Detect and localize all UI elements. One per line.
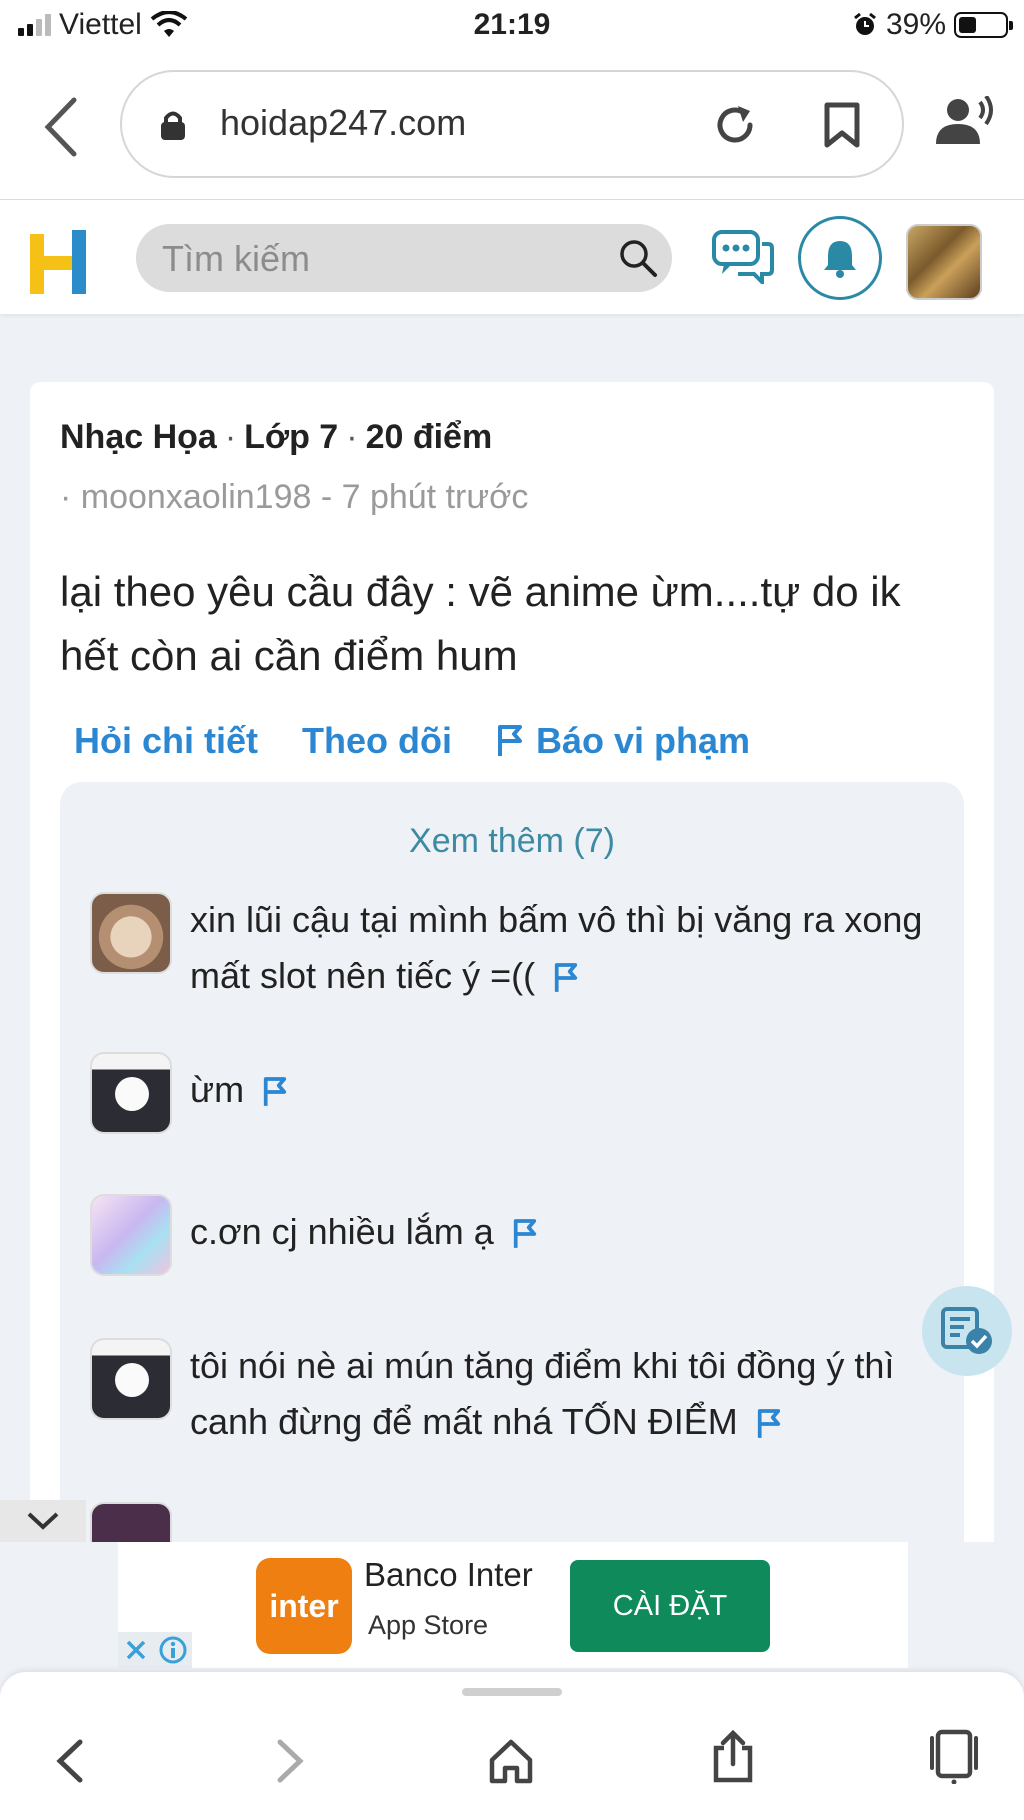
bell-icon	[824, 241, 856, 278]
share-icon[interactable]	[710, 1730, 756, 1784]
comments-section: Xem thêm (7) xin lũi cậu tại mình bấm vô…	[60, 782, 964, 1542]
bookmark-icon[interactable]	[822, 102, 862, 148]
comment-text: c.ơn cj nhiều lắm ạ	[190, 1211, 494, 1252]
points-label: 20 điểm	[365, 418, 493, 456]
commenter-avatar[interactable]	[90, 1194, 172, 1276]
commenter-avatar[interactable]	[90, 892, 172, 974]
question-actions: Hỏi chi tiết Theo dõi Báo vi phạm	[74, 720, 750, 762]
close-icon[interactable]	[124, 1638, 148, 1662]
info-icon[interactable]	[159, 1636, 187, 1664]
forward-arrow-icon[interactable]	[272, 1738, 308, 1784]
report-label: Báo vi phạm	[536, 720, 751, 761]
reader-voice-icon[interactable]	[936, 96, 994, 146]
browser-address-bar: hoidap247.com	[0, 52, 1024, 200]
search-icon[interactable]	[618, 238, 658, 278]
report-link[interactable]: Báo vi phạm	[496, 720, 750, 762]
commenter-avatar[interactable]	[90, 1052, 172, 1134]
lock-icon	[161, 111, 185, 140]
collapse-ad-button[interactable]	[0, 1500, 86, 1542]
commenter-avatar[interactable]	[90, 1502, 172, 1542]
flag-icon	[498, 725, 522, 756]
browser-toolbar	[0, 1672, 1024, 1820]
chat-icon[interactable]	[712, 230, 774, 284]
commenter-avatar[interactable]	[90, 1338, 172, 1420]
report-flag-icon[interactable]	[756, 1408, 782, 1440]
checklist-icon	[941, 1307, 992, 1354]
report-flag-icon[interactable]	[262, 1076, 288, 1108]
tabs-icon[interactable]	[928, 1728, 980, 1784]
grade-label[interactable]: Lớp 7	[244, 418, 338, 456]
site-header: Tìm kiếm	[0, 200, 1024, 314]
home-icon[interactable]	[488, 1738, 534, 1784]
follow-link[interactable]: Theo dõi	[302, 720, 452, 762]
question-text: lại theo yêu cầu đây : vẽ anime ừm....tự…	[60, 568, 901, 679]
question-card: Nhạc Họa · Lớp 7 · 20 điểm · moonxaolin198 -…	[30, 382, 994, 1542]
ad-install-button[interactable]: CÀI ĐẶT	[570, 1560, 770, 1652]
ad-container: inter Banco Inter App Store CÀI ĐẶT	[0, 1542, 1024, 1672]
battery-percent: 39%	[885, 8, 946, 41]
reload-icon[interactable]	[712, 102, 758, 148]
url-text: hoidap247.com	[220, 102, 467, 143]
comment-item-partial	[90, 1502, 172, 1542]
subject-label[interactable]: Nhạc Họa	[60, 418, 217, 456]
comment-text: tôi nói nè ai mún tăng điểm khi tôi đồng…	[190, 1345, 895, 1442]
battery-icon	[954, 12, 1013, 38]
chevron-down-icon	[27, 1512, 59, 1530]
drag-handle[interactable]	[462, 1688, 562, 1696]
url-field[interactable]: hoidap247.com	[120, 70, 904, 178]
back-arrow-icon[interactable]	[52, 1738, 88, 1784]
alarm-icon	[854, 12, 876, 35]
inter-logo: inter	[256, 1558, 352, 1654]
search-input[interactable]: Tìm kiếm	[162, 238, 310, 280]
question-meta: Nhạc Họa · Lớp 7 · 20 điểm	[60, 418, 493, 456]
author-line: · moonxaolin198 - 7 phút trước	[60, 478, 529, 516]
comment-item: ừm	[90, 1052, 930, 1134]
site-logo[interactable]	[30, 230, 86, 294]
browser-back-icon[interactable]	[38, 92, 82, 162]
ad-choices	[118, 1632, 192, 1668]
see-more-button[interactable]: Xem thêm (7)	[60, 822, 964, 861]
user-avatar[interactable]	[906, 224, 982, 300]
report-flag-icon[interactable]	[512, 1218, 538, 1250]
checklist-fab[interactable]	[922, 1286, 1012, 1376]
comment-item: c.ơn cj nhiều lắm ạ	[90, 1194, 930, 1276]
ad-app-name: Banco Inter	[364, 1556, 533, 1593]
ad-store-name: App Store	[368, 1610, 489, 1640]
ad-banner[interactable]: inter Banco Inter App Store CÀI ĐẶT	[118, 1542, 908, 1668]
ask-detail-link[interactable]: Hỏi chi tiết	[74, 720, 258, 762]
status-bar: Viettel 21:19 39%	[0, 0, 1024, 52]
status-right: 39%	[852, 8, 1013, 42]
search-bar[interactable]: Tìm kiếm	[136, 224, 672, 292]
comment-item: xin lũi cậu tại mình bấm vô thì bị văng …	[90, 892, 930, 1004]
comment-text: ừm	[190, 1069, 245, 1110]
notification-button[interactable]	[798, 216, 882, 300]
comment-item: tôi nói nè ai mún tăng điểm khi tôi đồng…	[90, 1338, 930, 1450]
report-flag-icon[interactable]	[553, 962, 579, 994]
